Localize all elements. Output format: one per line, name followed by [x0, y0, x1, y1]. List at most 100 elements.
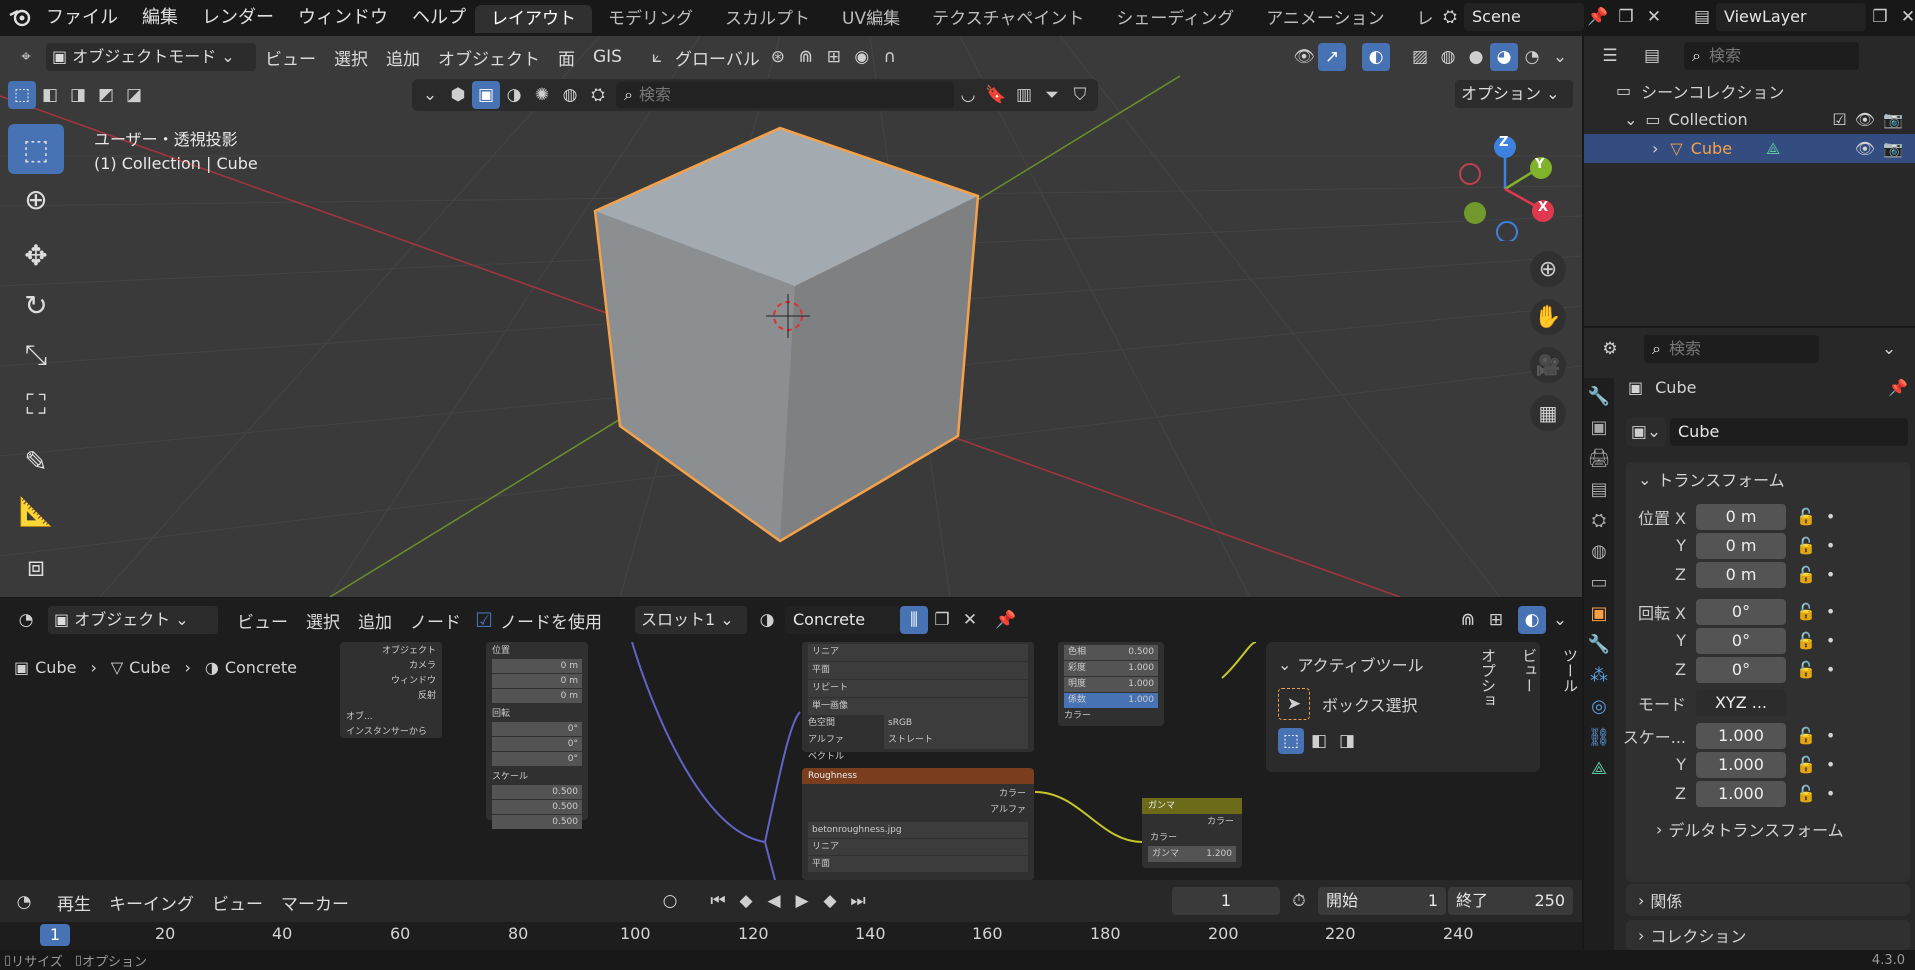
xray-icon[interactable]: ▨ — [1406, 43, 1434, 71]
menu-window[interactable]: ウィンドウ — [286, 5, 400, 31]
tool-select-new-icon[interactable]: ⬚ — [1278, 728, 1304, 754]
outliner-collection[interactable]: ⌄ ▭ Collection ☑ 👁 📷 — [1584, 105, 1915, 134]
filter-light-icon[interactable]: ✺ — [528, 81, 556, 109]
mapping-node[interactable]: 位置 0 m 0 m 0 m 回転 0° 0° 0° スケール 0.500 0.… — [486, 642, 588, 829]
shading-rendered-icon[interactable]: ◔ — [1518, 43, 1546, 71]
lock-icon[interactable]: 🔓 — [1796, 726, 1816, 745]
scale-y-field[interactable]: 1.000 — [1696, 751, 1786, 778]
scale-x-field[interactable]: 1.000 — [1696, 722, 1786, 749]
shader-editor[interactable]: ◔ ▣ オブジェクト ⌄ ビュー 選択 追加 ノード ☑ ノードを使用 スロット… — [0, 598, 1582, 880]
hsv-fac-value[interactable]: 1.000 — [1128, 693, 1154, 708]
lock-icon[interactable]: 🔓 — [1796, 784, 1816, 803]
filter-icon[interactable]: ⏷ — [1038, 81, 1066, 109]
lock-icon[interactable]: 🔓 — [1796, 536, 1816, 555]
roughness-interp-select[interactable]: リニア — [808, 839, 1028, 855]
mapping-rot-x[interactable]: 0° — [492, 722, 582, 736]
tab-sculpt[interactable]: スカルプト — [709, 5, 826, 33]
lock-icon[interactable]: 🔓 — [1796, 755, 1816, 774]
node-snap-target-icon[interactable]: ⊞ — [1482, 606, 1510, 634]
filter-world-icon[interactable]: ◍ — [556, 81, 584, 109]
scale-tool-icon[interactable]: ⤡ — [8, 330, 64, 380]
select-new-icon[interactable]: ⬚ — [8, 81, 36, 109]
keyframe-dot-icon[interactable]: • — [1826, 602, 1835, 621]
tool-select-subtract-icon[interactable]: ◨ — [1334, 728, 1360, 754]
snap-icon[interactable]: ⋒ — [792, 43, 820, 71]
hsv-node[interactable]: 色相 0.500 彩度 1.000 明度 1.000 係数 1.000 カラー — [1058, 642, 1164, 726]
box-select-tool-icon[interactable]: ➤ — [1278, 688, 1310, 720]
hsv-val-value[interactable]: 1.000 — [1128, 677, 1154, 692]
lock-icon[interactable]: 🔓 — [1796, 507, 1816, 526]
keyframe-dot-icon[interactable]: • — [1826, 536, 1835, 555]
render-camera-icon[interactable]: 📷 — [1883, 110, 1903, 129]
timeline-editor-icon[interactable]: ◔ — [10, 888, 38, 916]
shading-solid-icon[interactable]: ● — [1462, 43, 1490, 71]
image-interp-select[interactable]: リニア — [808, 644, 1028, 661]
outliner-scene-collection[interactable]: ▭ シーンコレクション — [1584, 76, 1915, 105]
menu-face[interactable]: 面 — [549, 45, 584, 70]
visibility-eye-icon[interactable]: 👁 — [1855, 139, 1875, 158]
shield-icon[interactable]: ⛉ — [1066, 81, 1094, 109]
node-menu-node[interactable]: ノード — [401, 608, 470, 633]
keyframe-dot-icon[interactable]: • — [1826, 755, 1835, 774]
mapping-rot-y[interactable]: 0° — [492, 737, 582, 751]
overlay-toggle-icon[interactable]: ◐ — [1362, 43, 1390, 71]
image-projection-select[interactable]: 平面 — [808, 662, 1028, 679]
output-tab-icon[interactable]: 🖨 — [1588, 448, 1611, 469]
roughness-image-node[interactable]: Roughness カラー アルファ betonroughness.jpg リニ… — [802, 768, 1034, 880]
viewport-search[interactable]: ⌕ 検索 — [616, 82, 954, 108]
menu-file[interactable]: ファイル — [34, 5, 130, 31]
jump-start-icon[interactable]: ⏮ — [704, 887, 732, 915]
panel-collapse-icon[interactable]: ⌄ — [1278, 655, 1291, 674]
alpha-select[interactable]: ストレート — [884, 732, 1028, 749]
use-nodes-checkbox[interactable]: ☑ — [470, 606, 498, 634]
lock-icon[interactable]: 🔓 — [1796, 631, 1816, 650]
rotation-mode-select[interactable]: XYZ ... — [1696, 689, 1786, 716]
select-extend-icon[interactable]: ◧ — [36, 81, 64, 109]
pivot-icon[interactable]: ⊛ — [764, 43, 792, 71]
breadcrumb-material[interactable]: Concrete — [225, 658, 297, 677]
tool-select-extend-icon[interactable]: ◧ — [1306, 728, 1332, 754]
move-tool-icon[interactable]: ✥ — [8, 230, 64, 280]
node-menu-add[interactable]: 追加 — [349, 608, 401, 633]
cursor-tool-icon[interactable]: ⊕ — [8, 174, 64, 224]
scene-field[interactable]: Scene — [1464, 3, 1584, 31]
menu-render[interactable]: レンダー — [190, 5, 286, 31]
location-y-field[interactable]: 0 m — [1696, 532, 1786, 559]
select-subtract-icon[interactable]: ◨ — [64, 81, 92, 109]
object-name-field[interactable]: Cube — [1670, 418, 1908, 446]
breadcrumb-object[interactable]: Cube — [35, 658, 76, 677]
mapping-loc-x[interactable]: 0 m — [492, 659, 582, 673]
menu-select[interactable]: 選択 — [325, 45, 377, 70]
filter-object-icon[interactable]: ▣ — [472, 81, 500, 109]
node-menu-select[interactable]: 選択 — [297, 608, 349, 633]
expand-chevron-icon[interactable]: ⌄ — [1624, 110, 1637, 129]
rotate-tool-icon[interactable]: ↻ — [8, 280, 64, 330]
breadcrumb-mesh[interactable]: Cube — [129, 658, 170, 677]
play-icon[interactable]: ▶ — [788, 887, 816, 915]
image-extension-select[interactable]: リピート — [808, 680, 1028, 697]
pin-icon[interactable]: 📌 — [1584, 3, 1612, 31]
node-pin-icon[interactable]: 📌 — [992, 606, 1020, 634]
mapping-rot-z[interactable]: 0° — [492, 752, 582, 766]
menu-view[interactable]: ビュー — [256, 45, 325, 70]
add-cube-tool-icon[interactable]: ⧈ — [8, 542, 64, 592]
menu-edit[interactable]: 編集 — [130, 5, 190, 31]
falloff-icon[interactable]: ∩ — [876, 43, 904, 71]
tab-uv-editing[interactable]: UV編集 — [826, 5, 916, 33]
location-z-field[interactable]: 0 m — [1696, 561, 1786, 588]
delete-scene-icon[interactable]: ✕ — [1640, 3, 1668, 31]
node-menu-view[interactable]: ビュー — [228, 608, 297, 633]
node-object-field[interactable]: オブ... — [346, 710, 436, 725]
mapping-scale-z[interactable]: 0.500 — [492, 815, 582, 829]
side-tab-options[interactable]: オプショ — [1478, 648, 1499, 708]
collections-panel[interactable]: › コレクション — [1626, 920, 1910, 950]
select-invert-icon[interactable]: ◩ — [92, 81, 120, 109]
menu-timeline-view[interactable]: ビュー — [203, 890, 272, 915]
select-box-tool-icon[interactable]: ⬚ — [8, 124, 64, 174]
viewlayer-field[interactable]: ViewLayer — [1716, 3, 1866, 31]
filter-dropdown-icon[interactable]: ⌄ — [416, 81, 444, 109]
transform-orientation-icon[interactable]: ⟀ — [643, 43, 671, 71]
properties-editor-icon[interactable]: ⚙ — [1596, 335, 1624, 363]
lock-icon[interactable]: 🔓 — [1796, 602, 1816, 621]
mapping-scale-y[interactable]: 0.500 — [492, 800, 582, 814]
